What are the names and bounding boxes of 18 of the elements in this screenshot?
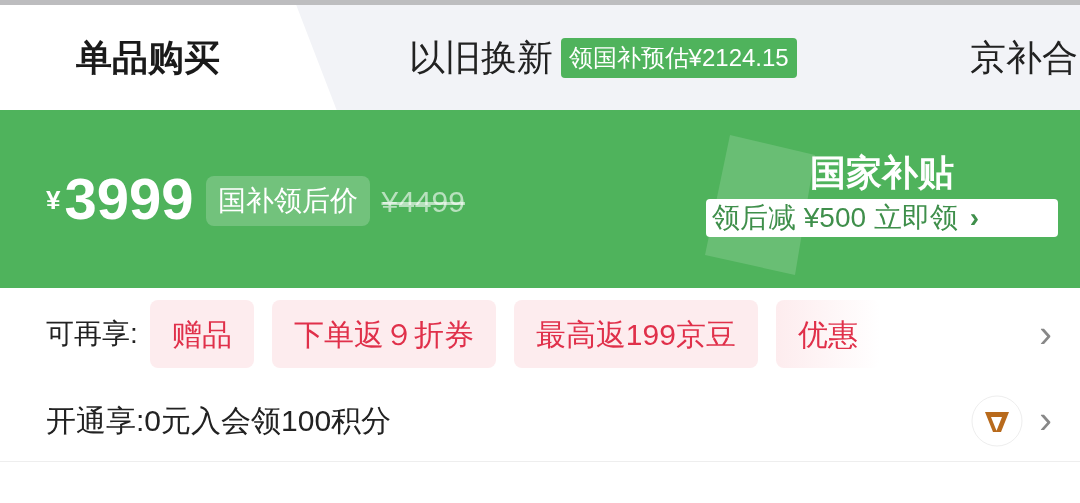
chevron-icon[interactable]: ›: [1039, 305, 1052, 363]
tab[interactable]: 京补合: [898, 5, 1080, 110]
currency-symbol: ¥: [46, 184, 61, 217]
tab[interactable]: 单品购买: [0, 5, 337, 110]
benefits-label: 可再享:: [46, 317, 138, 351]
benefit-chip[interactable]: 赠品: [149, 300, 254, 368]
membership-badge-icon: [971, 394, 1024, 447]
membership-offer[interactable]: 开通享:0元入会领100积分: [46, 398, 972, 443]
price: 3999: [64, 170, 194, 228]
price-tag: 国补领后价: [205, 176, 370, 226]
claim-subsidy-button[interactable]: 领后减 ¥500 立即领 ›: [706, 199, 1058, 237]
benefit-chip[interactable]: 下单返９折券: [271, 300, 496, 368]
chevron-icon[interactable]: ›: [1039, 392, 1052, 449]
subsidy-badge: 领国补预估¥2124.15: [560, 37, 797, 78]
original-price: ¥4499: [381, 184, 465, 220]
tab[interactable]: 以旧换新 领国补预估¥2124.15: [336, 5, 898, 110]
subsidy-title: 国家补贴: [810, 151, 954, 195]
benefit-chip[interactable]: 最高返199京豆: [513, 300, 758, 368]
